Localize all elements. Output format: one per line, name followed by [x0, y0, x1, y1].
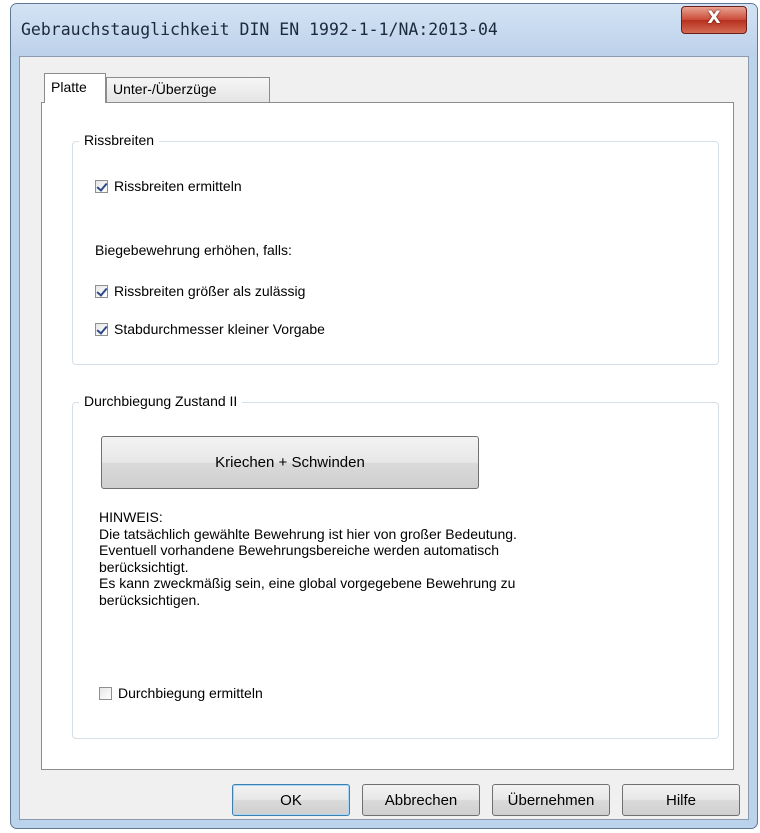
rissbreiten-ermitteln-row[interactable]: Rissbreiten ermitteln — [95, 178, 242, 194]
rissbreiten-groesser-checkbox[interactable] — [95, 284, 108, 298]
note-line: Die tatsächlich gewählte Bewehrung ist h… — [99, 525, 517, 542]
stabdurchmesser-row[interactable]: Stabdurchmesser kleiner Vorgabe — [95, 321, 325, 337]
hinweis-note: HINWEIS: Die tatsächlich gewählte Bewehr… — [99, 509, 699, 608]
durchbiegung-ermitteln-row[interactable]: Durchbiegung ermitteln — [99, 685, 263, 701]
note-line: berücksichtigen. — [99, 591, 201, 608]
groupbox-durchbiegung: Durchbiegung Zustand II Kriechen + Schwi… — [72, 393, 719, 739]
biegebewehrung-condition-text: Biegebewehrung erhöhen, falls: — [95, 242, 292, 258]
stabdurchmesser-checkbox[interactable] — [95, 322, 108, 336]
tab-panel-platte: Rissbreiten Rissbreiten ermitteln Biegeb… — [41, 102, 734, 770]
cancel-button[interactable]: Abbrechen — [362, 784, 480, 816]
note-line: berücksichtigt. — [99, 558, 189, 575]
dialog-window: Gebrauchstauglichkeit DIN EN 1992-1-1/NA… — [10, 3, 758, 829]
note-line: Eventuell vorhandene Bewehrungsbereiche … — [99, 542, 500, 558]
rissbreiten-groesser-label: Rissbreiten größer als zulässig — [114, 283, 306, 299]
rissbreiten-groesser-row[interactable]: Rissbreiten größer als zulässig — [95, 283, 305, 299]
durchbiegung-ermitteln-label: Durchbiegung ermitteln — [118, 685, 263, 701]
note-line: HINWEIS: — [99, 509, 163, 525]
tab-platte[interactable]: Platte — [44, 73, 106, 103]
note-line: Es kann zweckmäßig sein, eine global vor… — [99, 575, 516, 591]
close-button[interactable]: X — [681, 6, 747, 34]
groupbox-rissbreiten-label: Rissbreiten — [79, 132, 160, 148]
stabdurchmesser-label: Stabdurchmesser kleiner Vorgabe — [114, 321, 325, 337]
rissbreiten-ermitteln-label: Rissbreiten ermitteln — [114, 178, 242, 194]
help-button[interactable]: Hilfe — [622, 784, 740, 816]
title-bar[interactable]: Gebrauchstauglichkeit DIN EN 1992-1-1/NA… — [11, 4, 757, 56]
close-icon: X — [707, 8, 721, 28]
kriechen-schwinden-button[interactable]: Kriechen + Schwinden — [101, 436, 479, 489]
apply-button[interactable]: Übernehmen — [492, 784, 610, 816]
ok-button[interactable]: OK — [232, 784, 350, 816]
groupbox-rissbreiten: Rissbreiten Rissbreiten ermitteln Biegeb… — [72, 132, 719, 365]
groupbox-durchbiegung-label: Durchbiegung Zustand II — [79, 393, 243, 409]
tab-unter-ueberzuege[interactable]: Unter-/Überzüge — [106, 77, 270, 103]
durchbiegung-ermitteln-checkbox[interactable] — [99, 686, 112, 700]
dialog-client-area: Platte Unter-/Überzüge Rissbreiten Rissb… — [19, 56, 749, 820]
rissbreiten-ermitteln-checkbox[interactable] — [95, 179, 108, 193]
window-title: Gebrauchstauglichkeit DIN EN 1992-1-1/NA… — [21, 20, 498, 39]
